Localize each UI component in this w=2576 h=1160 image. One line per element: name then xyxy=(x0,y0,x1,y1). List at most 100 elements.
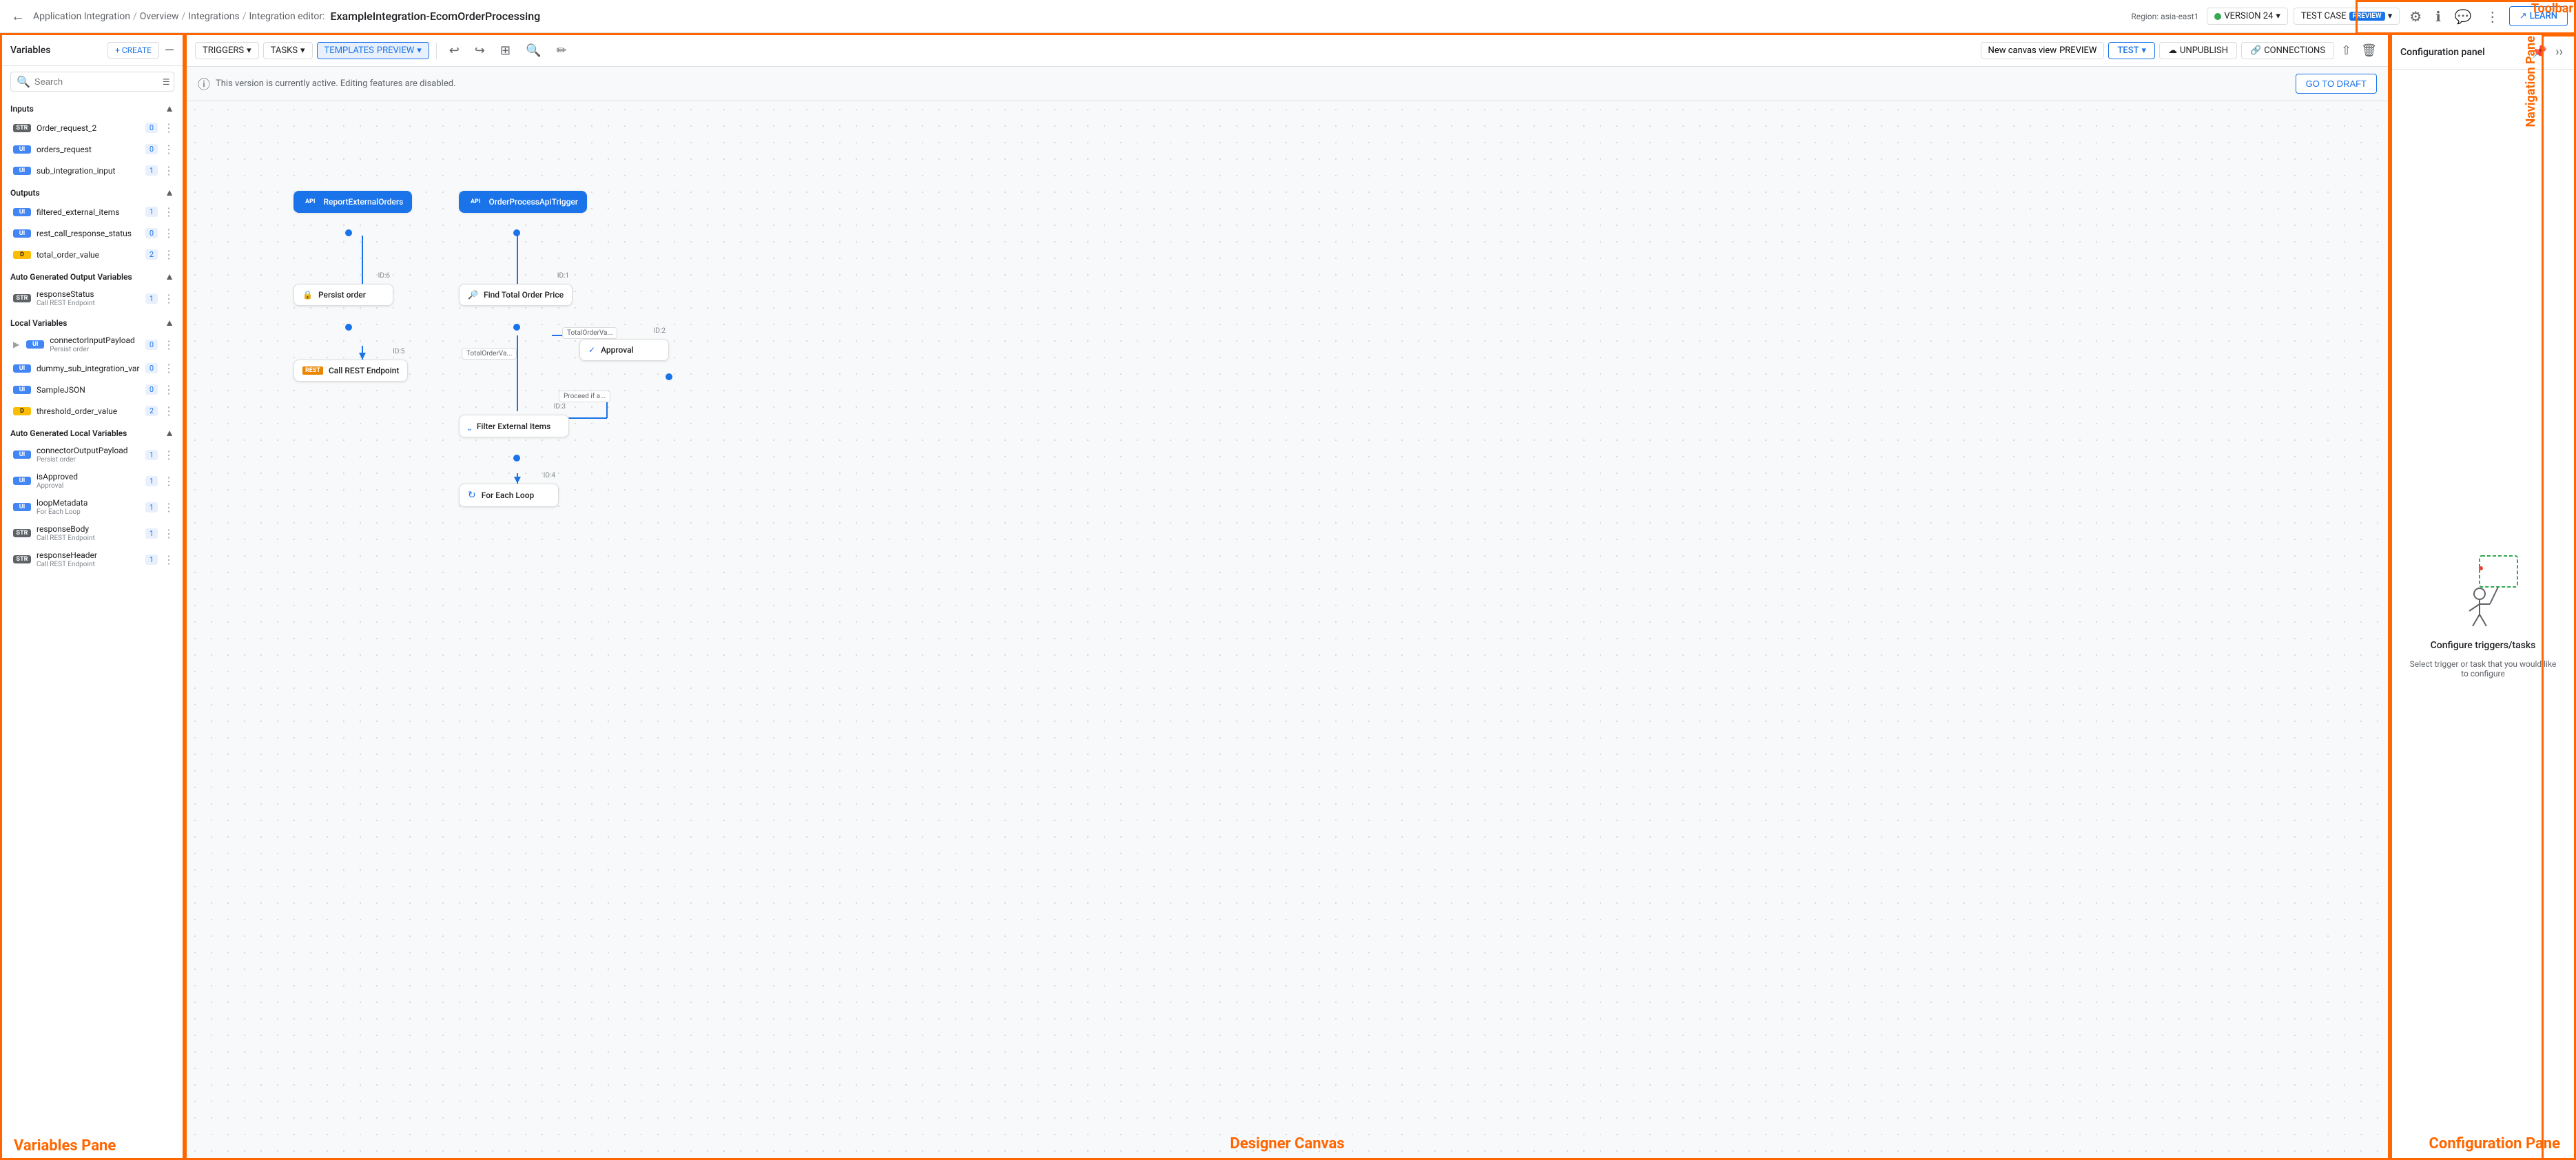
var-item-connector-input-payload[interactable]: ▶ UI connectorInputPayload Persist order… xyxy=(2,331,183,358)
var-item-loop-metadata[interactable]: UI loopMetadata For Each Loop 1 ⋮ xyxy=(2,494,183,520)
breadcrumb-app[interactable]: Application Integration xyxy=(33,11,130,22)
var-count: 1 xyxy=(145,207,158,217)
var-item-rest-call-response-status[interactable]: UI rest_call_response_status 0 ⋮ xyxy=(2,222,183,244)
tasks-button[interactable]: TASKS ▾ xyxy=(263,42,313,59)
var-item-sample-json[interactable]: UI SampleJSON 0 ⋮ xyxy=(2,379,183,400)
node-id: ID:2 xyxy=(654,327,666,335)
var-item-is-approved[interactable]: UI isApproved Approval 1 ⋮ xyxy=(2,468,183,494)
api-badge: API xyxy=(468,198,483,206)
var-menu-icon[interactable]: ⋮ xyxy=(163,227,174,240)
var-name: connectorInputPayload xyxy=(50,335,140,345)
zoom-button[interactable]: 🔍 xyxy=(520,41,546,61)
auto-output-vars-section-header[interactable]: Auto Generated Output Variables ▲ xyxy=(2,265,183,285)
more-vert-icon[interactable]: ⋮ xyxy=(2482,4,2504,29)
local-vars-section-header[interactable]: Local Variables ▲ xyxy=(2,311,183,331)
close-config-icon[interactable]: ›› xyxy=(2553,42,2566,62)
var-count: 1 xyxy=(145,502,158,512)
var-item-dummy-sub[interactable]: UI dummy_sub_integration_var 0 ⋮ xyxy=(2,358,183,379)
var-menu-icon[interactable]: ⋮ xyxy=(163,292,174,305)
share-icon[interactable]: ⇧ xyxy=(2338,41,2354,61)
node-label: OrderProcessApiTrigger xyxy=(488,197,578,207)
var-item-response-status[interactable]: STR responseStatus Call REST Endpoint 1 … xyxy=(2,285,183,311)
config-illustration xyxy=(2442,549,2524,632)
var-menu-icon[interactable]: ⋮ xyxy=(163,338,174,351)
var-item-threshold-order-value[interactable]: D threshold_order_value 2 ⋮ xyxy=(2,400,183,422)
auto-local-vars-collapse-icon: ▲ xyxy=(165,427,174,439)
node-persist-order[interactable]: ID:6 🔒 Persist order xyxy=(293,284,393,306)
filter-icon[interactable]: ☰ xyxy=(163,77,170,87)
var-item-response-body[interactable]: STR responseBody Call REST Endpoint 1 ⋮ xyxy=(2,520,183,546)
var-menu-icon[interactable]: ⋮ xyxy=(163,501,174,514)
var-menu-icon[interactable]: ⋮ xyxy=(163,248,174,261)
var-menu-icon[interactable]: ⋮ xyxy=(163,164,174,177)
undo-button[interactable]: ↩ xyxy=(444,41,465,61)
var-item-filtered-external-items[interactable]: UI filtered_external_items 1 ⋮ xyxy=(2,201,183,222)
canvas-view-chip[interactable]: New canvas view PREVIEW xyxy=(1981,42,2105,59)
node-order-process-api-trigger[interactable]: API OrderProcessApiTrigger xyxy=(459,191,587,213)
inputs-section-header[interactable]: Inputs ▲ xyxy=(2,97,183,117)
var-menu-icon[interactable]: ⋮ xyxy=(163,553,174,566)
connections-link-icon: 🔗 xyxy=(2250,45,2261,56)
var-menu-icon[interactable]: ⋮ xyxy=(163,205,174,218)
var-item-total-order-value[interactable]: D total_order_value 2 ⋮ xyxy=(2,244,183,265)
delete-icon[interactable]: 🗑 xyxy=(2358,41,2380,61)
collapse-pane-button[interactable]: — xyxy=(165,43,174,58)
var-item-col: SampleJSON xyxy=(37,385,140,395)
breadcrumb-integrations[interactable]: Integrations xyxy=(188,11,239,22)
create-variable-button[interactable]: + CREATE xyxy=(107,42,159,59)
go-to-draft-button[interactable]: GO TO DRAFT xyxy=(2296,74,2377,94)
info-icon[interactable]: ℹ xyxy=(2431,4,2445,29)
unpublish-button[interactable]: ☁ UNPUBLISH xyxy=(2159,42,2237,59)
var-menu-icon[interactable]: ⋮ xyxy=(163,143,174,156)
comment-icon[interactable]: 💬 xyxy=(2451,4,2476,29)
var-menu-icon[interactable]: ⋮ xyxy=(163,448,174,462)
breadcrumb-overview[interactable]: Overview xyxy=(140,11,179,22)
node-approval[interactable]: ID:2 ✓ Approval xyxy=(579,339,669,361)
redo-button[interactable]: ↪ xyxy=(469,41,491,61)
var-type-badge-ui: UI xyxy=(13,364,31,373)
version-chip[interactable]: VERSION 24 ▾ xyxy=(2207,8,2288,25)
var-name: filtered_external_items xyxy=(37,207,140,217)
node-call-rest-endpoint[interactable]: ID:5 REST Call REST Endpoint xyxy=(293,360,408,382)
variable-search-input[interactable] xyxy=(34,76,156,87)
node-filter-external-items[interactable]: ID:3 ⎵ Filter External Items xyxy=(459,415,569,437)
var-item-order-request-2[interactable]: STR Order_request_2 0 ⋮ xyxy=(2,117,183,138)
var-type-badge-ui: UI xyxy=(13,477,31,485)
var-name: threshold_order_value xyxy=(37,406,140,416)
canvas-label: Designer Canvas xyxy=(1230,1135,1344,1152)
test-button[interactable]: TEST ▾ xyxy=(2108,42,2155,59)
connections-button[interactable]: 🔗 CONNECTIONS xyxy=(2241,42,2334,59)
var-count: 1 xyxy=(145,528,158,539)
var-item-sub-integration-input[interactable]: UI sub_integration_input 1 ⋮ xyxy=(2,160,183,181)
arrange-button[interactable]: ⊞ xyxy=(495,41,516,61)
back-button[interactable]: ← xyxy=(8,5,28,28)
var-item-connector-output-payload[interactable]: UI connectorOutputPayload Persist order … xyxy=(2,442,183,468)
var-sub: For Each Loop xyxy=(37,508,140,516)
node-label: Filter External Items xyxy=(477,422,551,431)
var-menu-icon[interactable]: ⋮ xyxy=(163,527,174,540)
var-menu-icon[interactable]: ⋮ xyxy=(163,475,174,488)
var-count: 0 xyxy=(145,228,158,238)
var-menu-icon[interactable]: ⋮ xyxy=(163,383,174,396)
var-menu-icon[interactable]: ⋮ xyxy=(163,404,174,417)
edit-icon-button[interactable]: ✏ xyxy=(550,41,572,61)
var-item-response-header[interactable]: STR responseHeader Call REST Endpoint 1 … xyxy=(2,546,183,572)
var-item-orders-request[interactable]: UI orders_request 0 ⋮ xyxy=(2,138,183,160)
auto-local-vars-section-header[interactable]: Auto Generated Local Variables ▲ xyxy=(2,422,183,442)
canvas-view-label: New canvas view xyxy=(1988,45,2057,56)
outputs-section-header[interactable]: Outputs ▲ xyxy=(2,181,183,201)
var-name: responseStatus xyxy=(37,289,140,299)
templates-button[interactable]: TEMPLATES PREVIEW ▾ xyxy=(317,42,429,59)
toolbar-separator-1 xyxy=(436,43,437,59)
test-chevron-icon: ▾ xyxy=(2142,45,2147,56)
node-for-each-loop[interactable]: ID:4 ↻ For Each Loop xyxy=(459,484,559,507)
var-menu-icon[interactable]: ⋮ xyxy=(163,121,174,134)
test-case-chip[interactable]: TEST CASE PREVIEW ▾ xyxy=(2294,8,2400,25)
canvas-area[interactable]: API ReportExternalOrders API OrderProces… xyxy=(187,101,2388,1158)
node-id: ID:6 xyxy=(378,272,390,280)
triggers-button[interactable]: TRIGGERS ▾ xyxy=(195,42,259,59)
var-menu-icon[interactable]: ⋮ xyxy=(163,362,174,375)
settings-icon[interactable]: ⚙ xyxy=(2405,4,2426,29)
node-find-total-order-price[interactable]: ID:1 🔎 Find Total Order Price xyxy=(459,284,573,306)
node-report-external-orders[interactable]: API ReportExternalOrders xyxy=(293,191,412,213)
